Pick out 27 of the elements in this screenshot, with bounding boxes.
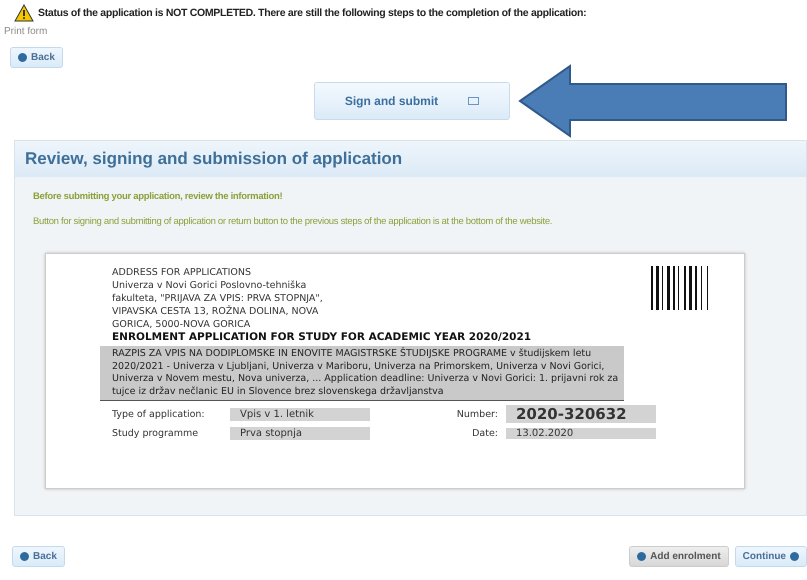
back-button[interactable]: Back: [12, 546, 65, 567]
field-value: Prva stopnja: [230, 427, 370, 440]
print-form-link[interactable]: Print form: [4, 26, 48, 37]
field-label: Type of application:: [112, 408, 206, 420]
call-description: RAZPIS ZA VPIS NA DODIPLOMSKE IN ENOVITE MAGISTRSKE ŠTUDIJSKE PROGRAME v študijskem letu 2020/2021 - Univerza v Ljubljani, Univerza v Mariboru, Univerza na Primorskem, Univerza v Novi Gorici, Univerza v Novem mestu, Nova univerza, ... Application deadline: Univerza v Novi Gorici: 1. prijavni rok za tujce iz držav nečlanic EU in Slovence brez slovenskega državljanstva: [100, 346, 624, 401]
continue-button[interactable]: Continue: [734, 546, 807, 567]
add-enrolment-button[interactable]: Add enrolment: [629, 546, 729, 567]
document-title: ENROLMENT APPLICATION FOR STUDY FOR ACADEMIC YEAR 2020/2021: [112, 331, 532, 343]
status-message: Status of the application is NOT COMPLETED. There are still the following steps to the completion of the application:: [38, 7, 586, 19]
field-value: 13.02.2020: [506, 428, 656, 439]
field-value: Vpis v 1. letnik: [230, 408, 370, 420]
address-line: ADDRESS FOR APPLICATIONS: [112, 266, 252, 279]
address-line: Univerza v Novi Gorici Poslovno-tehniška: [112, 279, 308, 292]
back-button[interactable]: Back: [10, 47, 63, 68]
field-label: Number:: [456, 408, 499, 420]
warning-note: Before submitting your application, review the information!: [33, 191, 284, 202]
field-label: Date:: [471, 428, 499, 439]
info-note: Button for signing and submitting of application or return button to the previous steps of the application is at the bottom of the website.: [33, 216, 554, 227]
address-line: VIPAVSKA CESTA 13, ROŽNA DOLINA, NOVA: [112, 305, 320, 318]
field-value: 2020-320632: [506, 405, 656, 423]
panel-title: Review, signing and submission of application: [15, 141, 806, 177]
field-label: Study programme: [112, 428, 200, 439]
address-line: GORICA, 5000-NOVA GORICA: [112, 318, 252, 331]
arrow-icon: [518, 64, 788, 138]
warning-icon: [14, 4, 34, 22]
sign-and-submit-button[interactable]: Sign and submit: [314, 82, 510, 120]
address-line: fakulteta, "PRIJAVA ZA VPIS: PRVA STOPNJA",: [112, 292, 323, 305]
